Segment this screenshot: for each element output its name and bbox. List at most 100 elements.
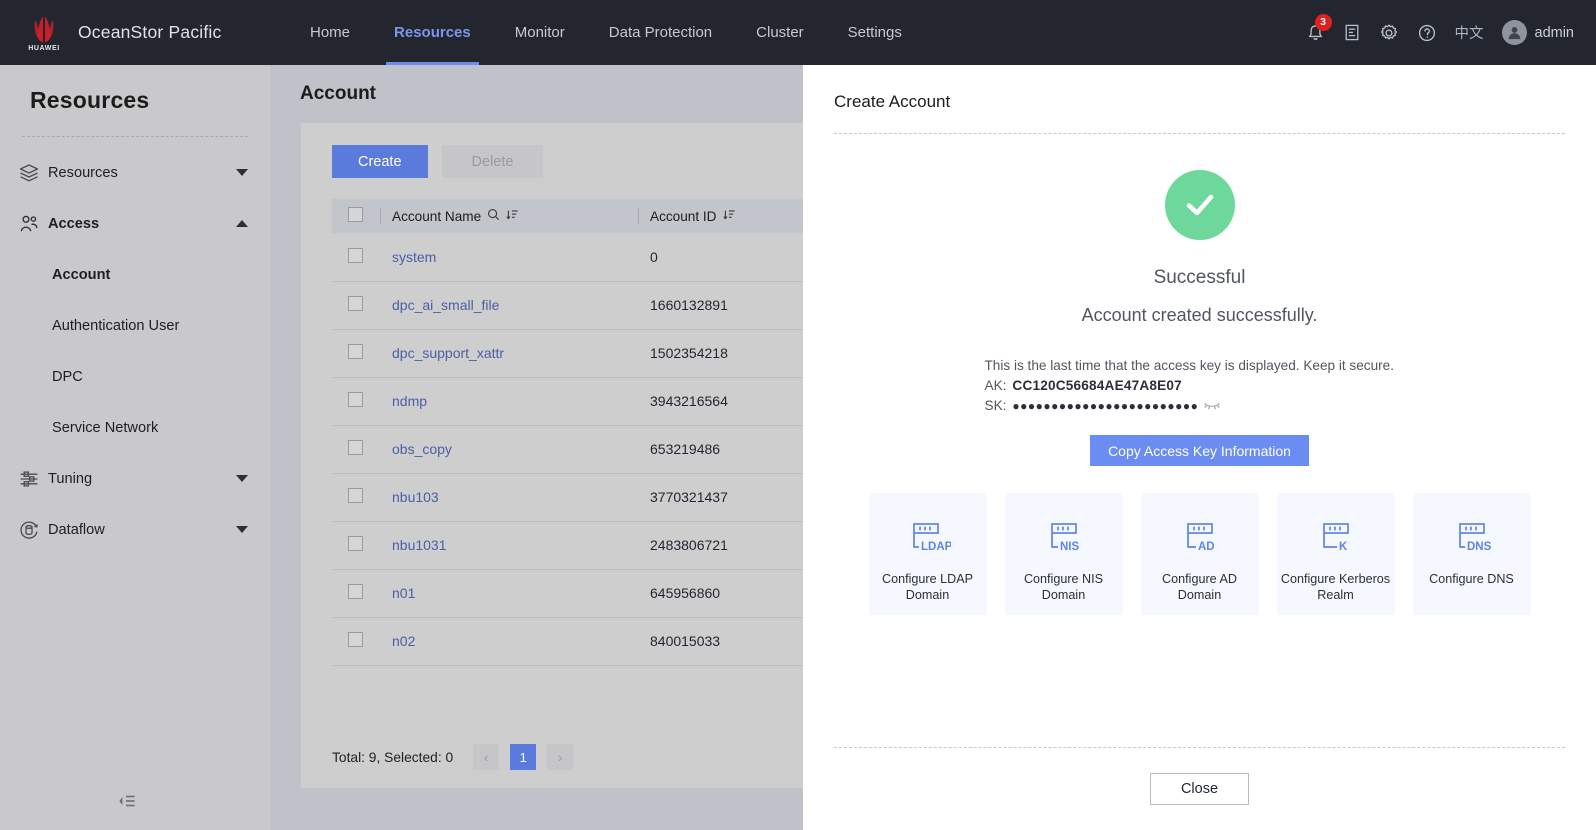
account-name-link[interactable]: dpc_support_xattr [392,345,504,361]
users-icon [18,213,48,235]
chevron-down-icon [236,475,248,482]
nav-item-cluster[interactable]: Cluster [734,0,826,65]
column-account-id-label: Account ID [650,209,717,224]
sidebar-group-resources[interactable]: Resources [0,147,270,198]
chevron-up-icon [236,220,248,227]
configure-kerberos-realm-card[interactable]: K Configure Kerberos Realm [1277,493,1395,615]
drawer-title: Create Account [803,65,1596,112]
question-icon[interactable] [1417,23,1437,43]
nav-item-data-protection[interactable]: Data Protection [587,0,734,65]
sk-masked-value: ●●●●●●●●●●●●●●●●●●●●●●●● [1012,399,1198,413]
select-all-checkbox[interactable] [348,207,363,222]
user-menu[interactable]: admin [1502,20,1575,45]
kerberos-server-icon: K [1313,515,1359,565]
document-icon[interactable] [1343,23,1361,42]
dns-server-icon: DNS [1449,515,1495,565]
configure-dns-label: Configure DNS [1425,571,1518,587]
configure-ad-domain-card[interactable]: AD Configure AD Domain [1141,493,1259,615]
eye-closed-icon[interactable] [1204,400,1220,411]
sidebar-group-label-access: Access [48,216,236,232]
configure-nis-domain-card[interactable]: NIS Configure NIS Domain [1005,493,1123,615]
account-name-link[interactable]: system [392,249,436,265]
account-name-link[interactable]: n01 [392,585,415,601]
nav-item-settings[interactable]: Settings [826,0,924,65]
sidebar-group-access[interactable]: Access [0,198,270,249]
account-name-link[interactable]: dpc_ai_small_file [392,297,499,313]
account-name-link[interactable]: nbu1031 [392,537,447,553]
sidebar: Resources Resources [0,65,270,830]
nav-item-resources[interactable]: Resources [372,0,493,65]
avatar [1502,20,1527,45]
sidebar-item-account[interactable]: Account [0,249,270,300]
page-number-1[interactable]: 1 [510,744,536,770]
account-name-link[interactable]: nbu103 [392,489,439,505]
drawer-body: Successful Account created successfully.… [803,134,1596,747]
create-button[interactable]: Create [332,145,428,178]
account-name-link[interactable]: ndmp [392,393,427,409]
sidebar-title: Resources [0,65,270,114]
row-checkbox[interactable] [348,632,363,647]
sidebar-item-dpc[interactable]: DPC [0,351,270,402]
sk-label: SK: [985,398,1007,413]
configure-cards: LDAP Configure LDAP Domain NIS [803,493,1596,615]
row-checkbox[interactable] [348,344,363,359]
row-checkbox[interactable] [348,440,363,455]
delete-button: Delete [442,145,544,178]
column-account-name-label: Account Name [392,209,481,224]
row-checkbox[interactable] [348,392,363,407]
configure-ldap-domain-card[interactable]: LDAP Configure LDAP Domain [869,493,987,615]
ak-value: CC120C56684AE47A8E07 [1012,378,1182,393]
sort-icon[interactable] [506,208,519,224]
row-checkbox[interactable] [348,584,363,599]
configure-dns-card[interactable]: DNS Configure DNS [1413,493,1531,615]
configure-ad-domain-label: Configure AD Domain [1141,571,1259,603]
layers-icon [18,162,48,184]
account-name-link[interactable]: n02 [392,633,415,649]
brand-name: OceanStor Pacific [78,22,221,43]
row-checkbox[interactable] [348,536,363,551]
ak-label: AK: [985,378,1007,393]
collapse-sidebar-icon[interactable] [118,793,136,814]
search-icon[interactable] [487,208,500,224]
sidebar-group-dataflow[interactable]: Dataflow [0,504,270,555]
brand-area[interactable]: HUAWEI OceanStor Pacific [0,13,260,53]
user-name: admin [1535,25,1575,41]
language-switch[interactable]: 中文 [1455,22,1484,43]
row-checkbox[interactable] [348,248,363,263]
row-checkbox[interactable] [348,296,363,311]
svg-text:DNS: DNS [1467,541,1492,553]
access-key-box: This is the last time that the access ke… [985,358,1415,413]
sliders-icon [18,468,48,490]
sort-icon[interactable] [723,208,736,224]
alarm-badge: 3 [1315,14,1332,31]
sidebar-item-authentication-user[interactable]: Authentication User [0,300,270,351]
ak-line: AK: CC120C56684AE47A8E07 [985,378,1415,393]
huawei-logo: HUAWEI [22,13,66,53]
svg-text:AD: AD [1198,541,1215,553]
account-name-link[interactable]: obs_copy [392,441,452,457]
gear-icon[interactable] [1379,23,1399,43]
svg-text:LDAP: LDAP [921,541,951,553]
status-title: Successful [803,267,1596,289]
svg-text:HUAWEI: HUAWEI [28,45,60,52]
column-account-name[interactable]: Account Name [378,199,636,233]
drawer-footer: Close [803,748,1596,830]
configure-nis-domain-label: Configure NIS Domain [1005,571,1123,603]
sidebar-divider [22,136,248,137]
nav-item-monitor[interactable]: Monitor [493,0,587,65]
success-check-icon [1165,170,1235,240]
chevron-right-icon[interactable]: › [547,744,573,770]
sidebar-group-tuning[interactable]: Tuning [0,453,270,504]
row-checkbox[interactable] [348,488,363,503]
status-message: Account created successfully. [803,305,1596,326]
bell-icon[interactable]: 3 [1306,23,1325,43]
sidebar-group-label-tuning: Tuning [48,471,236,487]
pagination-summary: Total: 9, Selected: 0 [332,750,453,765]
chevron-left-icon[interactable]: ‹ [473,744,499,770]
nav-item-home[interactable]: Home [288,0,372,65]
close-button[interactable]: Close [1150,773,1249,805]
configure-kerberos-realm-label: Configure Kerberos Realm [1277,571,1395,603]
copy-access-key-button[interactable]: Copy Access Key Information [1090,435,1309,466]
sidebar-item-service-network[interactable]: Service Network [0,402,270,453]
pagination: Total: 9, Selected: 0 ‹ 1 › [332,744,573,770]
